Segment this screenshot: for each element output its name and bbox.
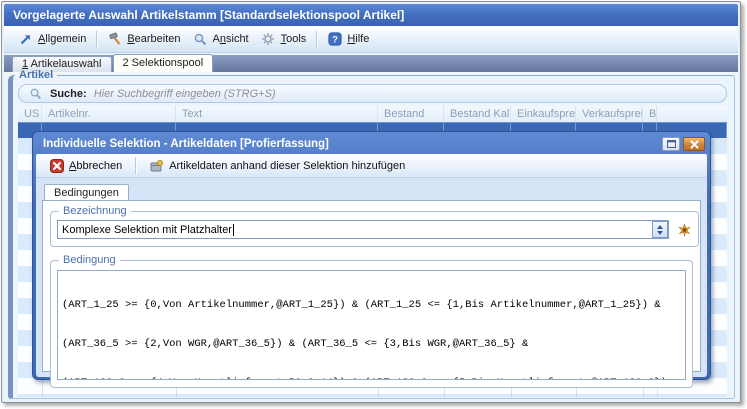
column-header-bestand-kalk[interactable]: Bestand Kalk. bbox=[444, 106, 511, 122]
menu-hilfe[interactable]: ? Hilfe bbox=[321, 29, 375, 50]
spinner-down-icon bbox=[657, 230, 663, 235]
main-window-title: Vorgelagerte Auswahl Artikelstamm [Stand… bbox=[13, 8, 405, 22]
tab-bedingungen[interactable]: Bedingungen bbox=[44, 184, 129, 200]
selection-dialog: Individuelle Selektion - Artikeldaten [P… bbox=[32, 131, 711, 388]
search-input[interactable]: Suche: Hier Suchbegriff eingeben (STRG+S… bbox=[18, 84, 727, 103]
bedingung-label: Bedingung bbox=[63, 254, 116, 266]
cancel-button[interactable]: Abbrechen bbox=[45, 156, 126, 175]
dialog-titlebar[interactable]: Individuelle Selektion - Artikeldaten [P… bbox=[36, 134, 707, 154]
column-header-bestand[interactable]: Bestand bbox=[378, 106, 444, 122]
text-caret bbox=[232, 223, 234, 236]
column-header-filler bbox=[657, 106, 727, 122]
menu-bearbeiten-label: Bearbeiten bbox=[127, 33, 181, 45]
arrow-up-right-icon bbox=[18, 32, 33, 47]
cancel-x-icon bbox=[49, 158, 64, 173]
search-icon bbox=[28, 86, 43, 101]
search-placeholder: Hier Suchbegriff eingeben (STRG+S) bbox=[93, 87, 276, 100]
bezeichnung-combobox[interactable]: Komplexe Selektion mit Platzhalter bbox=[57, 220, 669, 239]
column-header-us[interactable]: US bbox=[18, 106, 42, 122]
bezeichnung-label: Bezeichnung bbox=[63, 205, 127, 217]
placeholder-action-icon[interactable] bbox=[677, 222, 692, 237]
screen: Vorgelagerte Auswahl Artikelstamm [Stand… bbox=[0, 0, 747, 409]
menu-ansicht[interactable]: Ansicht bbox=[187, 29, 255, 50]
dialog-body: Bedingungen Bezeichnung Komplexe Selekti… bbox=[36, 178, 707, 388]
column-header-artikelnr[interactable]: Artikelnr. bbox=[42, 106, 176, 122]
bedingungen-panel: Bezeichnung Komplexe Selektion mit Platz… bbox=[42, 200, 701, 388]
cancel-button-label: Abbrechen bbox=[69, 159, 123, 172]
close-icon[interactable] bbox=[683, 137, 705, 151]
artikel-group-label: Artikel bbox=[19, 69, 54, 81]
menubar: Allgemein Bearbeiten Ansicht Tools ? Hil… bbox=[4, 26, 738, 53]
spinner-up-icon bbox=[657, 224, 663, 229]
add-selection-button-label: Artikeldaten anhand dieser Selektion hin… bbox=[169, 159, 406, 172]
main-window: Vorgelagerte Auswahl Artikelstamm [Stand… bbox=[1, 1, 741, 403]
condition-line: (ART_1_25 >= {0,Von Artikelnummer,@ART_1… bbox=[62, 299, 661, 311]
magnifier-icon bbox=[193, 32, 208, 47]
menu-allgemein-label: Allgemein bbox=[38, 33, 87, 45]
toolbar-separator bbox=[135, 157, 137, 174]
add-selection-button[interactable]: Artikeldaten anhand dieser Selektion hin… bbox=[145, 156, 409, 175]
menu-allgemein[interactable]: Allgemein bbox=[12, 29, 92, 50]
column-header-b[interactable]: B bbox=[643, 106, 657, 122]
bedingung-groupbox: Bedingung (ART_1_25 >= {0,Von Artikelnum… bbox=[50, 254, 693, 388]
gear-icon bbox=[261, 32, 276, 47]
menu-hilfe-label: Hilfe bbox=[347, 33, 370, 45]
svg-text:?: ? bbox=[332, 34, 338, 45]
column-header-verkaufspreis[interactable]: Verkaufspreis bbox=[576, 106, 643, 122]
help-icon: ? bbox=[327, 32, 342, 47]
bezeichnung-groupbox: Bezeichnung Komplexe Selektion mit Platz… bbox=[50, 205, 699, 247]
add-articles-icon bbox=[149, 158, 164, 173]
menu-tools[interactable]: Tools bbox=[255, 29, 313, 50]
menu-tools-label: Tools bbox=[280, 33, 307, 45]
bedingung-editor[interactable]: (ART_1_25 >= {0,Von Artikelnummer,@ART_1… bbox=[57, 270, 686, 380]
menu-separator bbox=[316, 30, 318, 48]
menu-ansicht-label: Ansicht bbox=[212, 33, 249, 45]
search-label: Suche: bbox=[50, 87, 87, 100]
condition-line: (ART_36_5 >= {2,Von WGR,@ART_36_5}) & (A… bbox=[62, 338, 529, 350]
hammer-icon bbox=[107, 32, 122, 47]
main-titlebar[interactable]: Vorgelagerte Auswahl Artikelstamm [Stand… bbox=[4, 4, 738, 26]
column-header-text[interactable]: Text bbox=[176, 106, 378, 122]
condition-line: (ART_138_8 >= {4,Von Hauptlieferant,R0,8… bbox=[62, 377, 681, 379]
restore-button[interactable] bbox=[662, 137, 680, 151]
dialog-title: Individuelle Selektion - Artikeldaten [P… bbox=[43, 138, 329, 150]
table-header-row: US Artikelnr. Text Bestand Bestand Kalk.… bbox=[18, 106, 727, 122]
menu-bearbeiten[interactable]: Bearbeiten bbox=[101, 29, 186, 50]
menu-separator bbox=[96, 30, 98, 48]
column-header-einkaufspreis[interactable]: Einkaufspreis bbox=[511, 106, 576, 122]
combobox-spinner[interactable] bbox=[652, 221, 668, 238]
bezeichnung-value: Komplexe Selektion mit Platzhalter bbox=[62, 223, 232, 236]
dialog-toolbar: Abbrechen Artikeldaten anhand dieser Sel… bbox=[36, 154, 707, 178]
